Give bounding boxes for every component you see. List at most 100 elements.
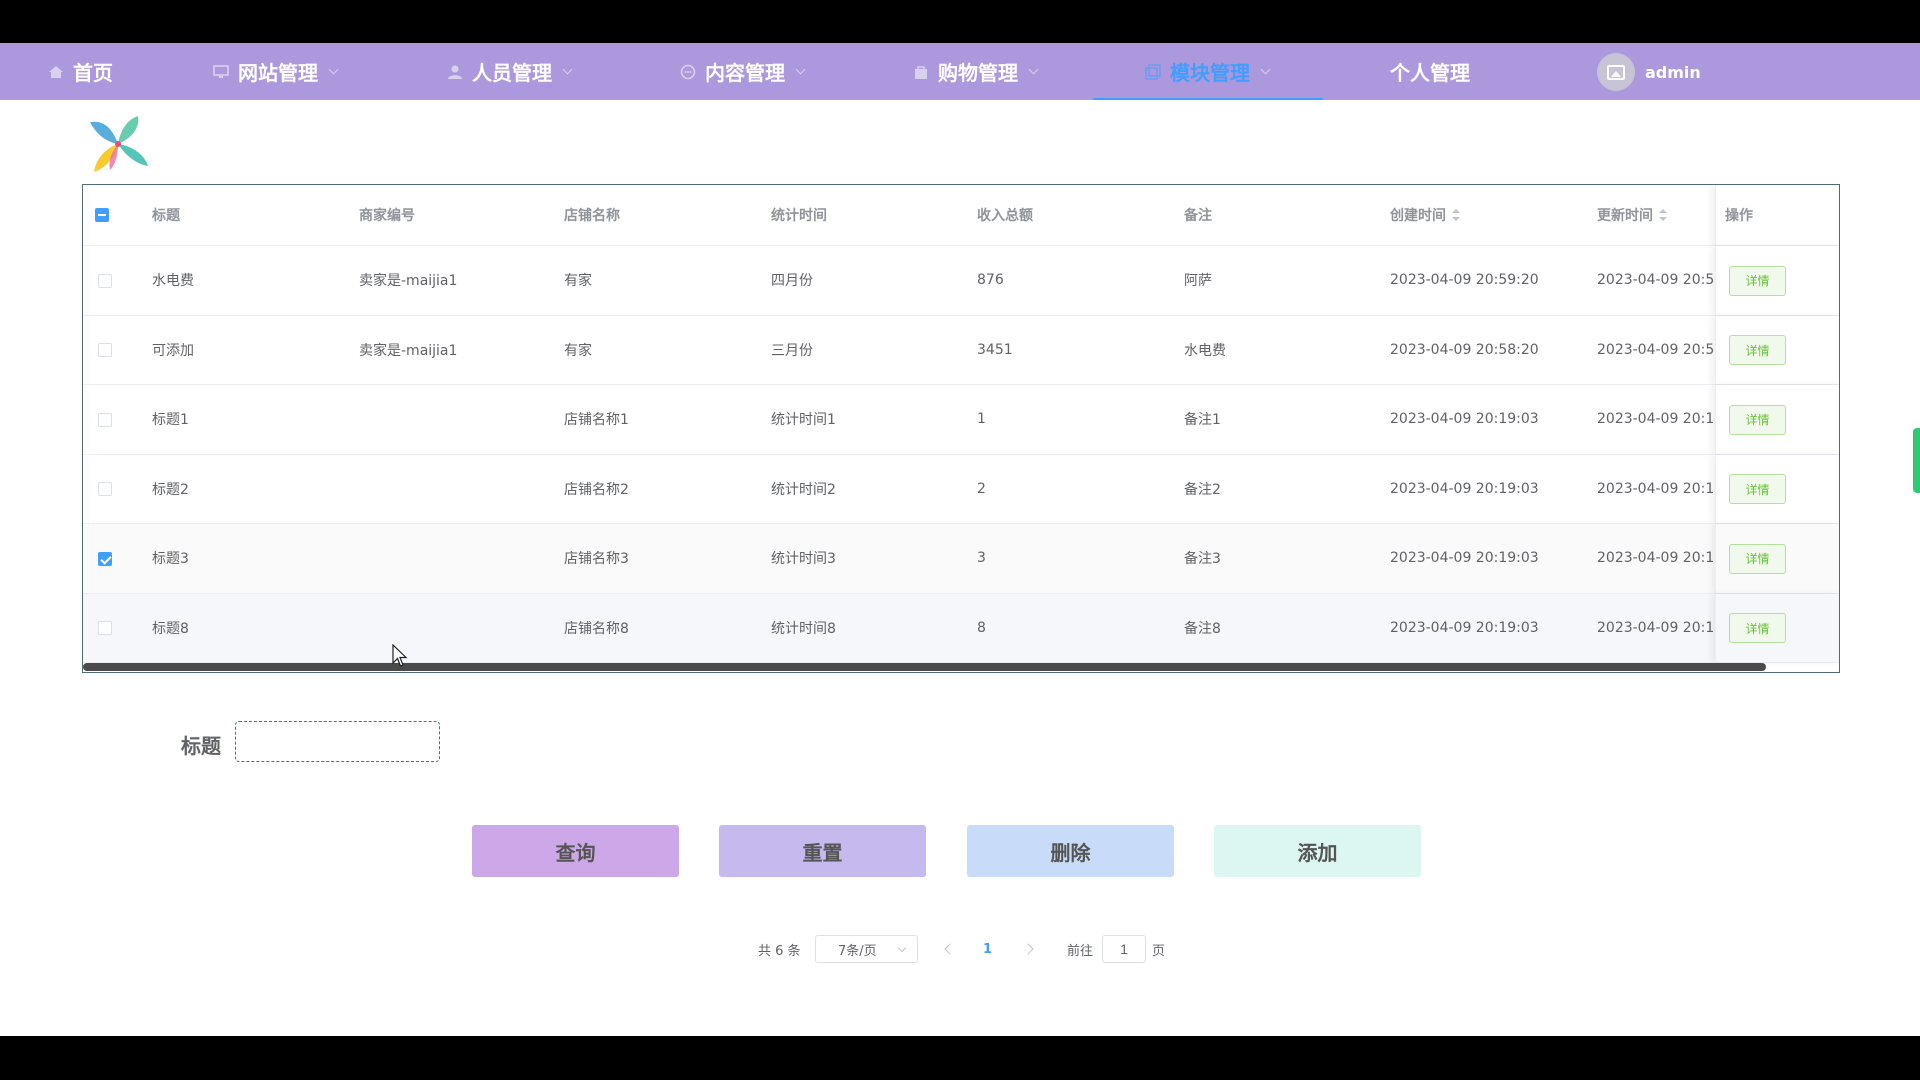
column-header-label: 更新时间 [1597, 208, 1653, 224]
cell-updated: 2023-04-09 20:58: [1597, 341, 1713, 358]
page-number-current[interactable]: 1 [983, 935, 992, 963]
query-button[interactable]: 查询 [472, 825, 679, 877]
title-search-input[interactable] [235, 721, 440, 762]
cell-title: 标题2 [152, 481, 189, 498]
cell-stat-time: 统计时间1 [771, 412, 836, 429]
cell-remark: 备注2 [1184, 481, 1221, 498]
page-scroll-thumb[interactable] [1913, 428, 1920, 493]
nav-item[interactable]: 内容管理 [680, 43, 806, 100]
column-header-updated[interactable]: 更新时间 [1597, 185, 1667, 245]
user-icon [448, 65, 462, 79]
nav-item[interactable]: 模块管理 [1093, 43, 1323, 100]
detail-button[interactable]: 详情 [1729, 404, 1786, 435]
column-header-label: 创建时间 [1390, 208, 1446, 224]
row-checkbox[interactable] [98, 412, 112, 427]
row-checkbox[interactable] [98, 343, 112, 358]
detail-button[interactable]: 详情 [1729, 543, 1786, 574]
chevron-down-icon [897, 943, 907, 953]
nav-item-label: 内容管理 [705, 61, 785, 85]
table-row[interactable]: 标题8 店铺名称8 统计时间8 8 备注8 2023-04-09 20:19:03 2023… [83, 593, 1839, 663]
cell-shop: 店铺名称1 [564, 412, 629, 429]
goto-prefix: 前往 [1067, 943, 1094, 959]
nav-item[interactable]: 首页 [48, 43, 113, 100]
sort-caret-icon[interactable] [1659, 209, 1667, 221]
chevron-down-icon [1028, 64, 1039, 75]
cell-remark: 备注8 [1184, 620, 1221, 637]
page-size-select[interactable]: 7条/页 [815, 935, 918, 963]
mouse-cursor-icon [392, 644, 408, 667]
cell-created: 2023-04-09 20:19:03 [1390, 550, 1539, 567]
column-header-label: 收入总额 [977, 208, 1033, 224]
monitor-icon [213, 64, 229, 78]
select-all-checkbox[interactable] [95, 208, 109, 222]
column-header-label: 店铺名称 [564, 208, 620, 224]
image-icon [1607, 64, 1625, 80]
copy-icon [1145, 63, 1161, 80]
cell-title: 标题1 [152, 412, 189, 429]
cell-shop: 店铺名称3 [564, 551, 629, 568]
column-header-remark: 备注 [1184, 185, 1212, 245]
table-header: 标题 商家编号 店铺名称 统计时间 收入总额 备注 创建时间 更新时间 操作 [83, 185, 1839, 246]
nav-item-label: 购物管理 [938, 61, 1018, 85]
table-row[interactable]: 水电费 卖家是-maijia1 有家 四月份 876 阿萨 2023-04-09 20:59… [83, 246, 1839, 316]
cell-created: 2023-04-09 20:19:03 [1390, 411, 1539, 428]
nav-item[interactable]: 个人管理 [1390, 43, 1470, 100]
cell-merchant-no: 卖家是-maijia1 [359, 273, 458, 290]
column-header-stat-time: 统计时间 [771, 185, 827, 245]
pagination: 共 6 条 7条/页 1 前往 页 [0, 935, 1920, 963]
prev-page-button[interactable] [944, 935, 956, 963]
cell-income: 3451 [977, 341, 1013, 358]
user-menu[interactable]: admin [1597, 53, 1701, 91]
chat-icon [680, 64, 696, 79]
cell-shop: 有家 [564, 342, 592, 359]
cell-shop: 店铺名称2 [564, 481, 629, 498]
top-navigation: 首页 网站管理 人员管理 内容管理 购物管理 模块管理 个人管理 admin [0, 43, 1920, 100]
cell-stat-time: 统计时间3 [771, 551, 836, 568]
cell-shop: 店铺名称8 [564, 620, 629, 637]
nav-item[interactable]: 购物管理 [913, 43, 1039, 100]
cell-income: 8 [977, 619, 986, 636]
column-header-shop: 店铺名称 [564, 185, 620, 245]
column-header-created[interactable]: 创建时间 [1390, 185, 1460, 245]
detail-button[interactable]: 详情 [1729, 335, 1786, 366]
sort-caret-icon[interactable] [1452, 209, 1460, 221]
cell-created: 2023-04-09 20:59:20 [1390, 272, 1539, 289]
chevron-down-icon [328, 64, 339, 75]
reset-button[interactable]: 重置 [719, 825, 926, 877]
cell-income: 3 [977, 550, 986, 567]
cell-created: 2023-04-09 20:19:03 [1390, 619, 1539, 636]
row-checkbox[interactable] [98, 482, 112, 497]
column-header-actions: 操作 [1725, 208, 1753, 224]
cell-created: 2023-04-09 20:19:03 [1390, 480, 1539, 497]
cell-remark: 备注3 [1184, 551, 1221, 568]
column-header-label: 备注 [1184, 208, 1212, 224]
avatar[interactable] [1597, 53, 1635, 91]
table-row[interactable]: 标题1 店铺名称1 统计时间1 1 备注1 2023-04-09 20:19:03 2023… [83, 385, 1839, 455]
row-checkbox[interactable] [98, 273, 112, 288]
detail-button[interactable]: 详情 [1729, 265, 1786, 296]
nav-item[interactable]: 人员管理 [447, 43, 573, 100]
detail-button[interactable]: 详情 [1729, 613, 1786, 644]
column-header-income: 收入总额 [977, 185, 1033, 245]
nav-item[interactable]: 网站管理 [213, 43, 339, 100]
add-button[interactable]: 添加 [1214, 825, 1421, 877]
cell-updated: 2023-04-09 20:59: [1597, 272, 1713, 289]
nav-item-label: 网站管理 [238, 61, 318, 85]
chevron-down-icon [1260, 64, 1271, 75]
row-checkbox[interactable] [98, 621, 112, 636]
cell-income: 876 [977, 272, 1004, 289]
data-table: 标题 商家编号 店铺名称 统计时间 收入总额 备注 创建时间 更新时间 操作 水电费 卖家是-m… [82, 184, 1840, 673]
username: admin [1645, 62, 1701, 82]
table-row[interactable]: 可添加 卖家是-maijia1 有家 三月份 3451 水电费 2023-04-09 20:… [83, 315, 1839, 385]
app-window: 首页 网站管理 人员管理 内容管理 购物管理 模块管理 个人管理 admin 标题 商家编号店… [0, 43, 1920, 1036]
column-header-label: 统计时间 [771, 208, 827, 224]
table-row[interactable]: 标题2 店铺名称2 统计时间2 2 备注2 2023-04-09 20:19:03 2023… [83, 454, 1839, 524]
table-row[interactable]: 标题3 店铺名称3 统计时间3 3 备注3 2023-04-09 20:19:03 2023… [83, 524, 1839, 594]
delete-button[interactable]: 删除 [967, 825, 1174, 877]
detail-button[interactable]: 详情 [1729, 474, 1786, 505]
goto-page-input[interactable] [1102, 935, 1146, 963]
row-checkbox[interactable] [98, 551, 112, 566]
goto-suffix: 页 [1152, 943, 1166, 959]
horizontal-scrollbar[interactable] [83, 663, 1766, 671]
next-page-button[interactable] [1022, 935, 1034, 963]
